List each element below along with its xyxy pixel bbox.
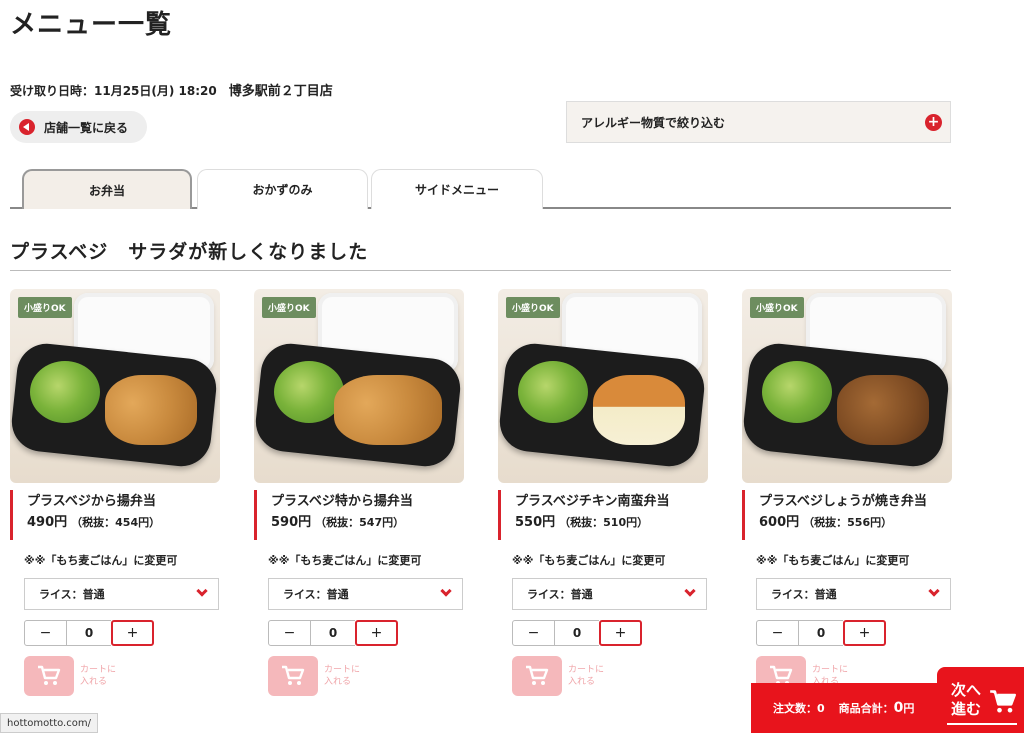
pickup-info: 受け取り日時：11月25日(月) 18:20 博多駅前２丁目店 xyxy=(10,80,333,99)
increase-button[interactable]: + xyxy=(599,620,642,646)
tab-bento[interactable]: お弁当 xyxy=(22,169,192,209)
menu-card: 小盛りOK プラスベジチキン南蛮弁当 550円 （税抜：510円） ※※「もち麦ご… xyxy=(498,289,708,696)
small-portion-badge: 小盛りOK xyxy=(262,297,316,318)
tab-side-menu[interactable]: サイドメニュー xyxy=(371,169,543,209)
add-to-cart: カートに 入れる xyxy=(512,656,708,696)
item-name[interactable]: プラスベジチキン南蛮弁当 xyxy=(515,490,708,514)
item-info: プラスベジから揚弁当 490円 （税抜：454円） xyxy=(10,490,220,540)
add-to-cart-label: カートに 入れる xyxy=(324,665,361,687)
rice-change-note: ※※「もち麦ごはん」に変更可 xyxy=(756,554,910,567)
chevron-down-icon xyxy=(684,585,696,597)
pickup-datetime: 受け取り日時：11月25日(月) 18:20 xyxy=(10,84,217,98)
bento-photo[interactable]: 小盛りOK xyxy=(254,289,464,483)
item-price: 590円 （税抜：547円） xyxy=(271,515,405,530)
cart-icon xyxy=(38,665,61,685)
item-price: 600円 （税抜：556円） xyxy=(759,515,893,530)
item-name[interactable]: プラスベジ特から揚弁当 xyxy=(271,490,464,514)
subtotal-value: 0 xyxy=(893,700,904,716)
decrease-button[interactable]: − xyxy=(512,620,555,646)
quantity-value[interactable]: 0 xyxy=(555,620,599,646)
status-bar-url: hottomotto.com/ xyxy=(0,713,98,733)
rice-change-note: ※※「もち麦ごはん」に変更可 xyxy=(24,554,178,567)
order-count: 注文数：0 xyxy=(773,702,825,715)
menu-card: 小盛りOK プラスベジ特から揚弁当 590円 （税抜：547円） ※※「もち麦ごは… xyxy=(254,289,464,696)
back-to-store-list-button[interactable]: 店舗一覧に戻る xyxy=(10,111,147,143)
increase-button[interactable]: + xyxy=(355,620,398,646)
back-button-label: 店舗一覧に戻る xyxy=(44,120,129,135)
add-to-cart: カートに 入れる xyxy=(268,656,464,696)
rice-change-note: ※※「もち麦ごはん」に変更可 xyxy=(512,554,666,567)
decrease-button[interactable]: − xyxy=(756,620,799,646)
rice-size-select[interactable]: ライス：普通 xyxy=(268,578,463,610)
rice-change-note: ※※「もち麦ごはん」に変更可 xyxy=(268,554,422,567)
cart-icon xyxy=(526,665,549,685)
add-to-cart: カートに 入れる xyxy=(24,656,220,696)
add-to-cart-button[interactable] xyxy=(512,656,562,696)
quantity-value[interactable]: 0 xyxy=(67,620,111,646)
item-name[interactable]: プラスベジから揚弁当 xyxy=(27,490,220,514)
item-info: プラスベジチキン南蛮弁当 550円 （税抜：510円） xyxy=(498,490,708,540)
tab-okazu-only[interactable]: おかずのみ xyxy=(197,169,368,209)
item-name[interactable]: プラスベジしょうが焼き弁当 xyxy=(759,490,952,514)
menu-card: 小盛りOK プラスベジしょうが焼き弁当 600円 （税抜：556円） ※※「もち麦… xyxy=(742,289,952,696)
item-info: プラスベジしょうが焼き弁当 600円 （税抜：556円） xyxy=(742,490,952,540)
add-to-cart-button[interactable] xyxy=(24,656,74,696)
cart-icon xyxy=(990,690,1016,713)
allergy-filter-button[interactable]: アレルギー物質で絞り込む + xyxy=(566,101,951,143)
decrease-button[interactable]: − xyxy=(24,620,67,646)
bento-photo[interactable]: 小盛りOK xyxy=(10,289,220,483)
allergy-filter-label: アレルギー物質で絞り込む xyxy=(581,115,726,130)
add-to-cart-label: カートに 入れる xyxy=(568,665,605,687)
category-tabs: お弁当 おかずのみ サイドメニュー xyxy=(10,169,951,209)
subtotal-yen: 円 xyxy=(903,702,915,715)
back-arrow-icon xyxy=(19,119,35,135)
quantity-stepper: − 0 + xyxy=(512,620,708,646)
increase-button[interactable]: + xyxy=(843,620,886,646)
quantity-stepper: − 0 + xyxy=(756,620,952,646)
small-portion-badge: 小盛りOK xyxy=(506,297,560,318)
chevron-down-icon xyxy=(928,585,940,597)
add-to-cart-button[interactable] xyxy=(268,656,318,696)
quantity-stepper: − 0 + xyxy=(268,620,464,646)
small-portion-badge: 小盛りOK xyxy=(750,297,804,318)
item-price: 550円 （税抜：510円） xyxy=(515,515,649,530)
increase-button[interactable]: + xyxy=(111,620,154,646)
quantity-stepper: − 0 + xyxy=(24,620,220,646)
rice-size-select[interactable]: ライス：普通 xyxy=(24,578,219,610)
cart-icon xyxy=(282,665,305,685)
decrease-button[interactable]: − xyxy=(268,620,311,646)
subtotal-label: 商品合計： xyxy=(838,702,894,715)
menu-card: 小盛りOK プラスベジから揚弁当 490円 （税抜：454円） ※※「もち麦ごはん… xyxy=(10,289,220,696)
plus-circle-icon: + xyxy=(925,114,942,131)
quantity-value[interactable]: 0 xyxy=(311,620,355,646)
bento-photo[interactable]: 小盛りOK xyxy=(742,289,952,483)
chevron-down-icon xyxy=(196,585,208,597)
rice-size-select[interactable]: ライス：普通 xyxy=(756,578,951,610)
next-step-button[interactable]: 次へ 進む xyxy=(937,667,1024,733)
quantity-value[interactable]: 0 xyxy=(799,620,843,646)
bento-photo[interactable]: 小盛りOK xyxy=(498,289,708,483)
next-step-label: 次へ 進む xyxy=(951,681,982,718)
rice-size-select[interactable]: ライス：普通 xyxy=(512,578,707,610)
small-portion-badge: 小盛りOK xyxy=(18,297,72,318)
item-info: プラスベジ特から揚弁当 590円 （税抜：547円） xyxy=(254,490,464,540)
store-name: 博多駅前２丁目店 xyxy=(228,84,333,99)
chevron-down-icon xyxy=(440,585,452,597)
page-title: メニュー一覧 xyxy=(10,10,173,40)
item-price: 490円 （税抜：454円） xyxy=(27,515,161,530)
next-underline xyxy=(947,723,1017,725)
add-to-cart-label: カートに 入れる xyxy=(80,665,117,687)
section-title: プラスベジ サラダが新しくなりました xyxy=(10,237,951,271)
